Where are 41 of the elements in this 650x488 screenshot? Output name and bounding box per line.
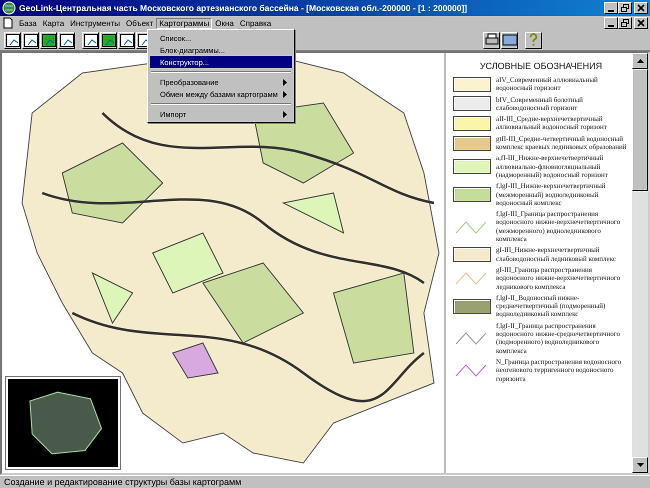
tool-icon: [42, 34, 56, 46]
tool-icon: [6, 34, 20, 46]
toolbar-button[interactable]: [501, 32, 518, 48]
toolbar-button[interactable]: [483, 32, 500, 48]
tool-icon: [60, 34, 74, 46]
globe-app-icon: [2, 1, 16, 15]
toolbar-button[interactable]: [100, 32, 117, 48]
toolbar-button[interactable]: [82, 32, 99, 48]
menu-item[interactable]: Карта: [40, 18, 68, 28]
tool-icon: [102, 34, 116, 46]
status-bar-text: Создание и редактирование структуры базы картограмм: [0, 475, 650, 488]
toolbar-button[interactable]: [40, 32, 57, 48]
menu-item[interactable]: Картограммы: [156, 18, 212, 28]
close-button[interactable]: [634, 17, 648, 29]
toolbar-button[interactable]: [118, 32, 135, 48]
tool-icon: [24, 34, 38, 46]
vertical-scrollbar[interactable]: [632, 53, 648, 473]
close-button[interactable]: [634, 2, 648, 14]
scroll-down-icon: [636, 463, 644, 467]
tool-icon: [120, 34, 134, 46]
scroll-up-icon: [636, 59, 644, 63]
close-icon: [637, 4, 645, 12]
menu-item[interactable]: Окна: [212, 18, 237, 28]
tool-icon: [84, 34, 98, 46]
minimize-button[interactable]: [604, 17, 618, 29]
minimize-button[interactable]: [604, 2, 618, 14]
scroll-thumb[interactable]: [632, 69, 648, 191]
screen-icon: [502, 32, 517, 48]
menu-item[interactable]: Справка: [236, 18, 274, 28]
menu-item[interactable]: Инструменты: [67, 18, 124, 28]
toolbar-button[interactable]: [22, 32, 39, 48]
restore-button[interactable]: [618, 2, 632, 14]
restore-button[interactable]: [618, 17, 632, 29]
menu-item[interactable]: Объект: [123, 18, 156, 28]
close-icon: [637, 19, 645, 27]
window-title: GeoLink-Центральная часть Московского артезианского бассейна - [Московская обл.-200000 - [1 : 200000]]: [19, 3, 468, 13]
help-button[interactable]: [525, 32, 542, 48]
menu-item[interactable]: База: [16, 18, 40, 28]
toolbar-button[interactable]: [58, 32, 75, 48]
toolbar-button[interactable]: [4, 32, 21, 48]
legend-title: УСЛОВНЫЕ ОБОЗНАЧЕНИЯ: [478, 61, 604, 71]
